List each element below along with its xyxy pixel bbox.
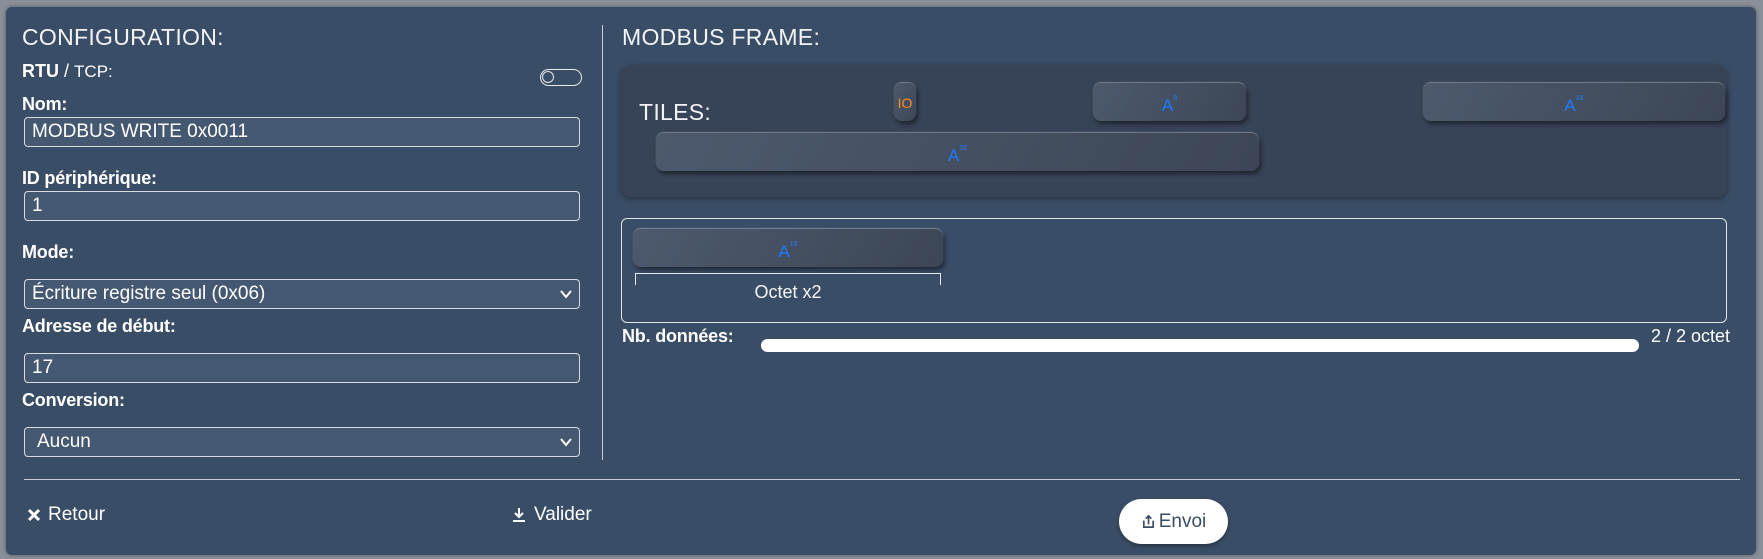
download-icon <box>513 508 525 522</box>
validate-button-label: Valider <box>534 504 592 525</box>
start-address-label: Adresse de début: <box>22 316 176 336</box>
mode-select-value: Écriture registre seul (0x06) <box>32 283 266 304</box>
modbus-frame-title: MODBUS FRAME: <box>622 24 821 50</box>
tile-analog-16[interactable]: A16 <box>1423 83 1725 121</box>
chevron-down-icon <box>560 438 572 447</box>
io-tile-label: IO <box>897 95 913 111</box>
analog-icon: A8 <box>1161 95 1178 115</box>
device-id-input[interactable]: 1 <box>24 191 580 221</box>
data-count-value: 2 / 2 octet <box>1651 326 1731 346</box>
tile-analog-8[interactable]: A8 <box>1093 83 1246 121</box>
chevron-down-icon <box>560 290 572 299</box>
footer-divider <box>24 479 1740 480</box>
upload-icon <box>1142 514 1154 528</box>
analog-icon: A16 <box>778 241 798 261</box>
data-count-label: Nb. données: <box>622 326 734 346</box>
name-input[interactable]: MODBUS WRITE 0x0011 <box>24 117 580 147</box>
configuration-title: CONFIGURATION: <box>22 24 224 50</box>
tile-analog-32[interactable]: A32 <box>656 133 1259 171</box>
conversion-select[interactable]: Aucun <box>24 427 580 457</box>
back-button-label: Retour <box>48 504 106 525</box>
protocol-tcp-label: TCP: <box>74 62 113 81</box>
frame-tile-analog-16[interactable]: A16 <box>633 229 943 267</box>
validate-button[interactable]: Valider <box>511 504 592 526</box>
tiles-palette: TILES: IO A8 A16 A32 <box>621 65 1727 197</box>
conversion-label: Conversion: <box>22 390 125 410</box>
octet-label: Octet x2 <box>754 282 822 302</box>
tiles-label: TILES: <box>639 99 712 125</box>
start-address-input[interactable]: 17 <box>24 353 580 383</box>
protocol-separator: / <box>64 61 70 81</box>
mode-label: Mode: <box>22 242 74 262</box>
mode-select[interactable]: Écriture registre seul (0x06) <box>24 279 580 309</box>
protocol-rtu-label: RTU <box>22 61 59 81</box>
frame-drop-area[interactable]: A16 Octet x2 <box>621 218 1727 323</box>
modbus-config-panel: CONFIGURATION: RTU / TCP: Nom: MODBUS WR… <box>6 7 1756 555</box>
tile-io[interactable]: IO <box>894 83 916 121</box>
send-button-label: Envoi <box>1158 510 1207 532</box>
protocol-toggle[interactable] <box>540 69 582 86</box>
column-divider <box>602 25 603 460</box>
device-id-label: ID périphérique: <box>22 168 157 188</box>
send-button[interactable]: Envoi <box>1119 499 1228 544</box>
back-button[interactable]: Retour <box>27 504 105 526</box>
toggle-knob <box>542 71 554 83</box>
name-label: Nom: <box>22 94 68 114</box>
protocol-label: RTU / TCP: <box>22 61 113 82</box>
data-count-progress <box>761 339 1639 352</box>
conversion-select-value: Aucun <box>37 431 91 452</box>
analog-icon: A16 <box>1564 95 1584 115</box>
analog-icon: A32 <box>947 145 968 165</box>
close-icon <box>27 508 41 522</box>
